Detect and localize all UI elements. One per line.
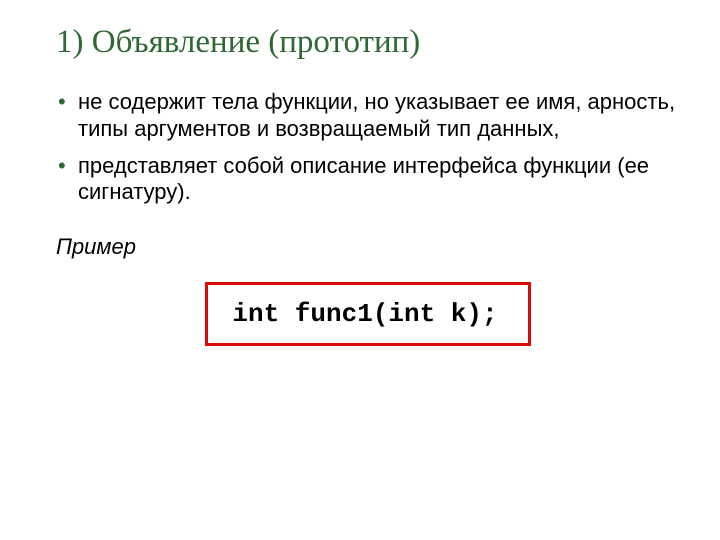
bullet-list: не содержит тела функции, но указывает е… bbox=[56, 89, 680, 206]
code-box-container: int func1(int k); bbox=[56, 282, 680, 346]
example-label: Пример bbox=[56, 234, 680, 260]
bullet-item: не содержит тела функции, но указывает е… bbox=[56, 89, 680, 143]
bullet-item: представляет собой описание интерфейса ф… bbox=[56, 153, 680, 207]
slide-title: 1) Объявление (прототип) bbox=[56, 24, 680, 61]
code-example: int func1(int k); bbox=[205, 282, 530, 346]
slide: 1) Объявление (прототип) не содержит тел… bbox=[0, 0, 720, 540]
